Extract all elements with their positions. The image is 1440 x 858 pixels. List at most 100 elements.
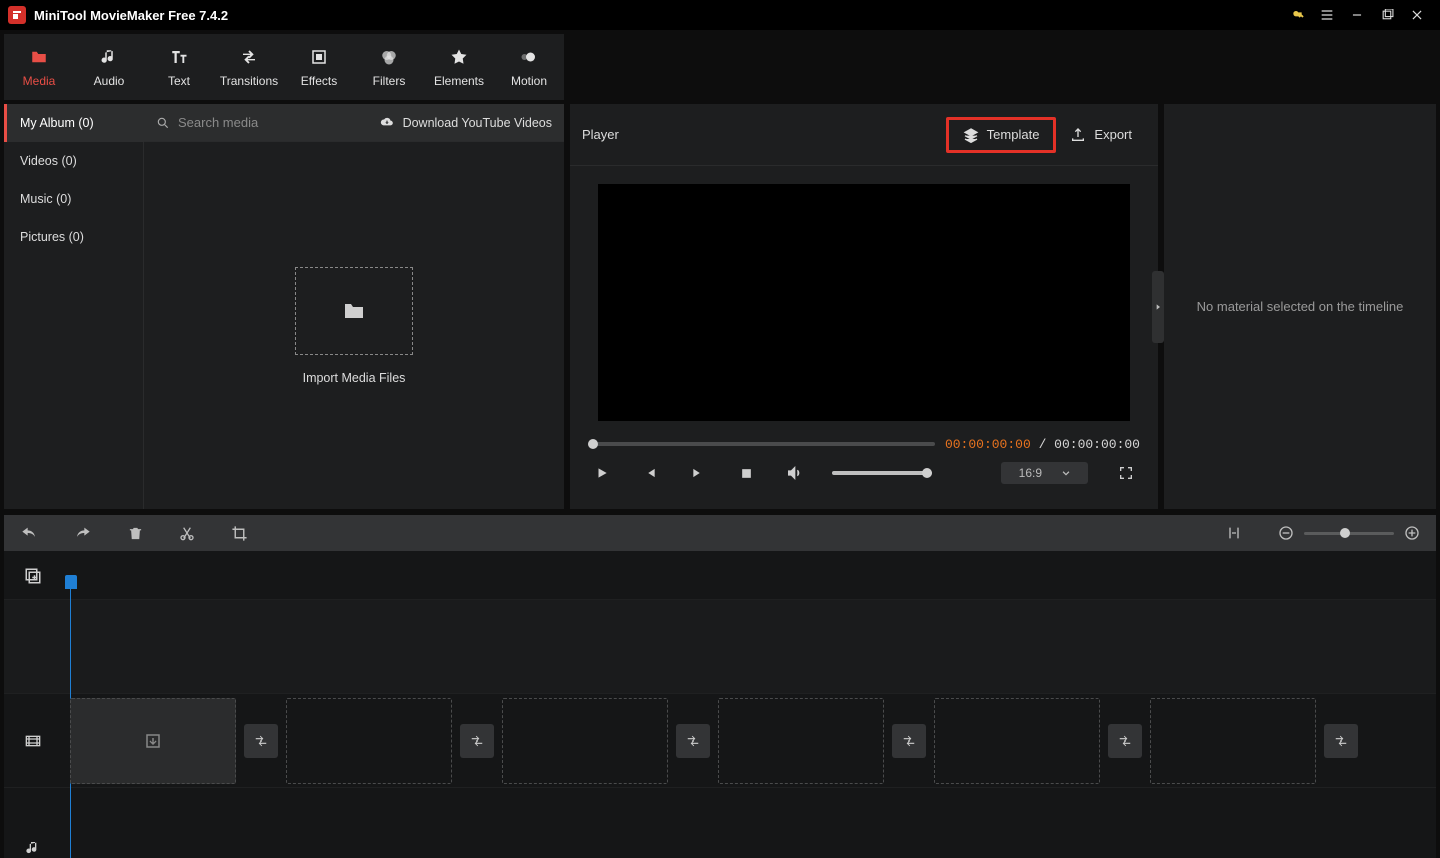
ratio-value: 16:9	[1019, 466, 1042, 480]
transitions-icon	[239, 46, 259, 68]
timeline-toolbar	[4, 515, 1436, 551]
seek-slider[interactable]	[588, 442, 935, 446]
scissors-icon[interactable]	[179, 524, 195, 542]
properties-pane: No material selected on the timeline	[1164, 104, 1436, 509]
sidebar-item-videos[interactable]: Videos (0)	[4, 142, 143, 180]
export-icon	[1070, 127, 1086, 143]
motion-icon	[520, 46, 538, 68]
export-label: Export	[1094, 127, 1132, 142]
tab-text[interactable]: Text	[144, 34, 214, 100]
tab-label: Elements	[434, 74, 484, 88]
tab-media[interactable]: Media	[4, 34, 74, 100]
filters-icon	[379, 46, 399, 68]
prev-frame-icon[interactable]	[640, 466, 660, 480]
effects-icon	[310, 46, 328, 68]
app-logo	[8, 6, 26, 24]
timeline-audio-track	[4, 787, 1436, 858]
layers-icon	[963, 127, 979, 143]
zoom-in-icon[interactable]	[1404, 525, 1420, 541]
timeline-clip-slot[interactable]	[718, 698, 884, 784]
minimize-icon[interactable]	[1342, 0, 1372, 30]
timeline-clip-slot[interactable]	[934, 698, 1100, 784]
timeline-video-track	[4, 693, 1436, 787]
template-button[interactable]: Template	[946, 117, 1057, 153]
time-separator: /	[1031, 437, 1054, 452]
timeline-fit-icon[interactable]	[1226, 525, 1242, 541]
close-icon[interactable]	[1402, 0, 1432, 30]
panel-expand-handle[interactable]	[1152, 271, 1164, 343]
timeline-clip-slot[interactable]	[70, 698, 236, 784]
sidebar-item-music[interactable]: Music (0)	[4, 180, 143, 218]
timeline-clip-slot[interactable]	[286, 698, 452, 784]
text-icon	[168, 46, 190, 68]
transition-slot[interactable]	[1324, 724, 1358, 758]
titlebar: MiniTool MovieMaker Free 7.4.2	[0, 0, 1440, 30]
player-title: Player	[582, 127, 946, 142]
export-button[interactable]: Export	[1056, 117, 1146, 153]
tab-filters[interactable]: Filters	[354, 34, 424, 100]
tab-label: Filters	[373, 74, 406, 88]
timeline	[4, 551, 1436, 858]
menu-icon[interactable]	[1312, 0, 1342, 30]
transition-slot[interactable]	[1108, 724, 1142, 758]
play-icon[interactable]	[592, 465, 612, 481]
volume-slider[interactable]	[832, 471, 932, 475]
redo-icon[interactable]	[74, 525, 92, 541]
elements-icon	[450, 46, 468, 68]
tab-elements[interactable]: Elements	[424, 34, 494, 100]
next-frame-icon[interactable]	[688, 466, 708, 480]
video-track-icon	[23, 733, 43, 749]
download-youtube-button[interactable]: Download YouTube Videos	[379, 116, 552, 130]
total-time: 00:00:00:00	[1054, 437, 1140, 452]
tab-transitions[interactable]: Transitions	[214, 34, 284, 100]
key-icon[interactable]	[1282, 0, 1312, 30]
sidebar-item-my-album[interactable]: My Album (0)	[4, 104, 144, 142]
sidebar-item-label: Videos (0)	[20, 154, 77, 168]
undo-icon[interactable]	[20, 525, 38, 541]
maximize-icon[interactable]	[1372, 0, 1402, 30]
search-input[interactable]: Search media	[156, 115, 369, 130]
zoom-slider[interactable]	[1304, 532, 1394, 535]
import-icon	[144, 732, 162, 750]
import-label: Import Media Files	[303, 371, 406, 385]
transition-slot[interactable]	[676, 724, 710, 758]
transition-slot[interactable]	[244, 724, 278, 758]
import-media-dropzone[interactable]: Import Media Files	[144, 142, 564, 509]
properties-empty-msg: No material selected on the timeline	[1197, 299, 1404, 314]
tab-motion[interactable]: Motion	[494, 34, 564, 100]
timeline-video-track	[4, 599, 1436, 693]
sidebar-item-label: Music (0)	[20, 192, 71, 206]
add-track-icon[interactable]	[24, 567, 42, 585]
music-note-icon	[25, 839, 41, 857]
app-title: MiniTool MovieMaker Free 7.4.2	[34, 8, 228, 23]
player-pane: Player Template Export 00:00:00:00 / 00:…	[570, 104, 1158, 509]
tab-label: Motion	[511, 74, 547, 88]
import-box	[295, 267, 413, 355]
transition-slot[interactable]	[460, 724, 494, 758]
timeline-clip-slot[interactable]	[1150, 698, 1316, 784]
template-label: Template	[987, 127, 1040, 142]
search-placeholder: Search media	[178, 115, 258, 130]
transition-slot[interactable]	[892, 724, 926, 758]
folder-icon	[29, 46, 49, 68]
crop-icon[interactable]	[231, 525, 248, 542]
tab-label: Text	[168, 74, 190, 88]
sidebar-item-pictures[interactable]: Pictures (0)	[4, 218, 143, 256]
chevron-down-icon	[1060, 468, 1072, 478]
timeline-clip-slot[interactable]	[502, 698, 668, 784]
aspect-ratio-select[interactable]: 16:9	[1001, 462, 1088, 484]
tab-label: Media	[23, 74, 56, 88]
stop-icon[interactable]	[736, 467, 756, 480]
fullscreen-icon[interactable]	[1116, 465, 1136, 481]
trash-icon[interactable]	[128, 525, 143, 542]
zoom-out-icon[interactable]	[1278, 525, 1294, 541]
media-pane: My Album (0) Search media Download YouTu…	[4, 104, 564, 509]
sidebar-item-label: My Album (0)	[20, 116, 94, 130]
folder-icon	[340, 299, 368, 323]
tab-audio[interactable]: Audio	[74, 34, 144, 100]
search-icon	[156, 116, 170, 130]
tab-effects[interactable]: Effects	[284, 34, 354, 100]
player-viewport	[598, 184, 1130, 421]
tab-label: Audio	[94, 74, 125, 88]
volume-icon[interactable]	[784, 465, 804, 481]
